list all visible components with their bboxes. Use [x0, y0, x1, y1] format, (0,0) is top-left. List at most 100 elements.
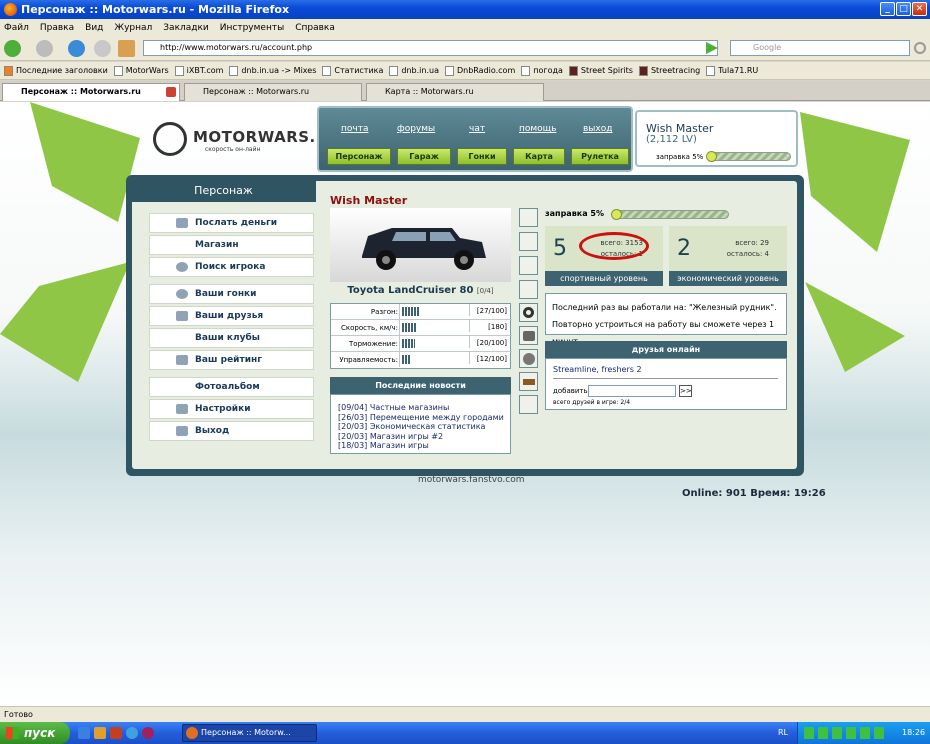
econ-level-label: экономический уровень — [669, 271, 787, 286]
inventory-slot[interactable] — [519, 232, 538, 251]
link-mail[interactable]: почта — [341, 124, 368, 134]
side-your-clubs[interactable]: Ваши клубы — [149, 328, 314, 348]
home-icon[interactable] — [118, 40, 135, 57]
side-settings[interactable]: Настройки — [149, 399, 314, 419]
window-title-bar: Персонаж :: Motorwars.ru - Mozilla Firef… — [0, 0, 930, 19]
side-send-money[interactable]: Послать деньги — [149, 213, 314, 233]
side-find-player[interactable]: Поиск игрока — [149, 257, 314, 277]
back-icon[interactable] — [4, 40, 21, 57]
bookmark-item[interactable]: Street Spirits — [568, 65, 633, 76]
menu-view[interactable]: Вид — [85, 23, 103, 33]
car-image[interactable] — [330, 208, 511, 282]
tab-active[interactable]: Персонаж :: Motorwars.ru — [2, 83, 180, 101]
fuel-label-2: заправка 5% — [545, 209, 604, 218]
stat-row: Разгон: [27/100] — [331, 304, 512, 320]
site-logo[interactable]: MOTORWARS.RU скорость он-лайн — [153, 122, 340, 162]
language-indicator[interactable]: RL — [778, 722, 788, 744]
fuel-bar-knob — [611, 209, 622, 220]
add-friend-button[interactable]: >> — [679, 385, 692, 397]
stat-bar — [402, 355, 410, 364]
firefox-icon — [186, 727, 198, 739]
tray-icons[interactable] — [804, 727, 884, 739]
close-tab-icon[interactable] — [166, 87, 176, 97]
bookmark-item[interactable]: dnb.in.ua — [389, 65, 439, 76]
side-photo-album[interactable]: Фотоальбом — [149, 377, 314, 397]
quicklaunch-icon[interactable] — [94, 727, 106, 739]
maximize-button[interactable]: □ — [896, 2, 911, 16]
button-roulette[interactable]: Рулетка — [571, 148, 629, 165]
side-your-races[interactable]: Ваши гонки — [149, 284, 314, 304]
news-item[interactable]: [09/04] Частные магазины — [338, 403, 510, 413]
forward-icon[interactable] — [36, 40, 53, 57]
menu-history[interactable]: Журнал — [114, 23, 152, 33]
link-logout[interactable]: выход — [583, 124, 612, 134]
url-input[interactable]: http://www.motorwars.ru/account.php — [143, 40, 718, 56]
menu-file[interactable]: Файл — [4, 23, 29, 33]
news-item[interactable]: [26/03] Перемещение между городами — [338, 413, 510, 423]
bookmark-item[interactable]: Статистика — [322, 65, 383, 76]
bookmark-item[interactable]: MotorWars — [113, 65, 169, 76]
menu-bookmarks[interactable]: Закладки — [163, 23, 209, 33]
decor-leaf — [30, 102, 140, 222]
stop-icon[interactable] — [94, 40, 111, 57]
reload-icon[interactable] — [68, 40, 85, 57]
side-shop[interactable]: Магазин — [149, 235, 314, 255]
page-icon — [174, 65, 184, 76]
start-button[interactable]: пуск — [0, 722, 70, 744]
button-map[interactable]: Карта — [513, 148, 565, 165]
button-garage[interactable]: Гараж — [397, 148, 451, 165]
add-friend-input[interactable] — [588, 385, 676, 397]
taskbar-task-firefox[interactable]: Персонаж :: Motorw... — [182, 724, 317, 742]
inventory-slot[interactable] — [519, 395, 538, 414]
page-content: MOTORWARS.RU скорость он-лайн почта фору… — [0, 102, 930, 706]
side-your-rating[interactable]: Ваш рейтинг — [149, 350, 314, 370]
menu-help[interactable]: Справка — [295, 23, 335, 33]
inventory-slot-brake[interactable] — [519, 372, 538, 391]
tab[interactable]: Карта :: Motorwars.ru — [366, 83, 544, 101]
news-item[interactable]: [20/03] Экономическая статистика — [338, 422, 510, 432]
quicklaunch-icon[interactable] — [142, 727, 154, 739]
bookmark-item[interactable]: dnb.in.ua -> Mixes — [229, 65, 316, 76]
news-item[interactable]: [20/03] Магазин игры #2 — [338, 432, 510, 442]
logo-icon — [153, 122, 187, 156]
button-races[interactable]: Гонки — [457, 148, 507, 165]
inventory-slot-engine[interactable] — [519, 326, 538, 345]
fuel-label: заправка 5% — [656, 153, 704, 161]
search-input[interactable]: Google — [730, 40, 910, 56]
decor-leaf — [0, 262, 130, 382]
money-icon — [176, 218, 188, 228]
engine-icon — [523, 331, 535, 341]
inventory-slot[interactable] — [519, 280, 538, 299]
menu-tools[interactable]: Инструменты — [220, 23, 284, 33]
bookmark-item[interactable]: Последние заголовки — [4, 65, 108, 76]
inventory-slot-turbo[interactable] — [519, 349, 538, 368]
close-button[interactable]: ✕ — [912, 2, 927, 16]
link-help[interactable]: помощь — [519, 124, 556, 134]
bookmark-item[interactable]: Streetracing — [638, 65, 700, 76]
taskbar: пуск Персонаж :: Motorw... RL 18:26 — [0, 722, 930, 744]
inventory-slot[interactable] — [519, 256, 538, 275]
side-exit[interactable]: Выход — [149, 421, 314, 441]
friends-list[interactable]: Streamline, freshers 2 — [553, 365, 642, 374]
car-name: Toyota LandCruiser 80 [0/4] — [347, 285, 494, 296]
inventory-slot[interactable] — [519, 208, 538, 227]
side-your-friends[interactable]: Ваши друзья — [149, 306, 314, 326]
bookmark-item[interactable]: DnbRadio.com — [444, 65, 515, 76]
friends-icon — [176, 311, 188, 321]
quicklaunch-icon[interactable] — [78, 727, 90, 739]
link-forums[interactable]: форумы — [397, 124, 435, 134]
bookmark-item[interactable]: погода — [521, 65, 563, 76]
button-character[interactable]: Персонаж — [327, 148, 391, 165]
menu-edit[interactable]: Правка — [40, 23, 74, 33]
inventory-slot-tire[interactable] — [519, 303, 538, 322]
bookmark-item[interactable]: Tula71.RU — [706, 65, 758, 76]
quicklaunch-icon[interactable] — [126, 727, 138, 739]
quicklaunch-icon[interactable] — [110, 727, 122, 739]
tab[interactable]: Персонаж :: Motorwars.ru — [184, 83, 362, 101]
bookmark-item[interactable]: iXBT.com — [174, 65, 223, 76]
link-chat[interactable]: чат — [469, 124, 485, 134]
stat-row: Управляемость: [12/100] — [331, 352, 512, 368]
minimize-button[interactable]: _ — [880, 2, 895, 16]
news-item[interactable]: [18/03] Магазин игры — [338, 441, 510, 451]
tab-label: Карта :: Motorwars.ru — [385, 87, 474, 96]
